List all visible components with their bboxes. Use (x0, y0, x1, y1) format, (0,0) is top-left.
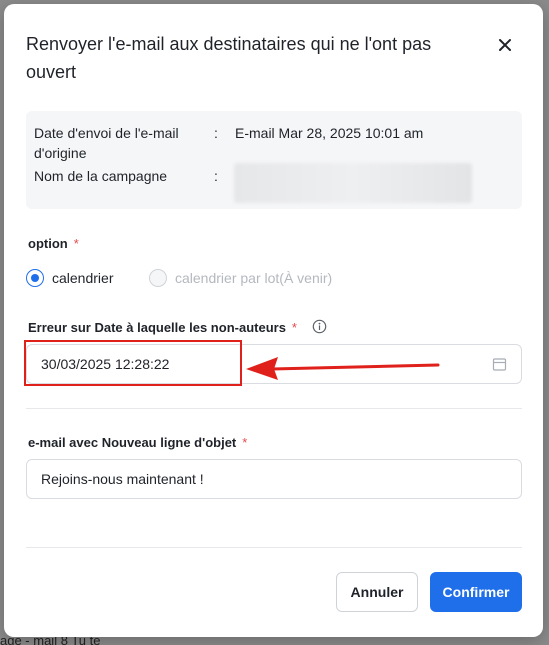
info-colon: : (214, 168, 218, 184)
footer-divider (26, 547, 522, 548)
option-label-text: option (28, 236, 68, 251)
info-colon: : (214, 125, 218, 141)
required-mark: * (73, 236, 79, 251)
close-icon (499, 39, 511, 51)
close-button[interactable] (494, 34, 516, 56)
annotation-highlight-box (24, 340, 242, 386)
section-divider (26, 408, 522, 409)
original-send-date-value: E-mail Mar 28, 2025 10:01 am (235, 125, 424, 141)
subject-input-value: Rejoins-nous maintenant ! (41, 471, 204, 487)
date-field-label: Erreur sur Date à laquelle les non-auteu… (28, 320, 297, 335)
required-mark: * (291, 320, 297, 335)
option-label: option * (28, 236, 79, 251)
date-field-label-text: Erreur sur Date à laquelle les non-auteu… (28, 320, 286, 335)
dialog-title: Renvoyer l'e-mail aux destinataires qui … (26, 34, 432, 82)
confirm-button[interactable]: Confirmer (430, 572, 522, 612)
campaign-name-value-redacted (234, 163, 472, 203)
subject-input[interactable]: Rejoins-nous maintenant ! (26, 459, 522, 499)
calendar-icon (492, 358, 507, 371)
info-icon[interactable] (312, 319, 327, 334)
annotation-arrow-icon (246, 357, 440, 380)
radio-calendrier-label[interactable]: calendrier (52, 270, 113, 286)
original-send-date-label: Date d'envoi de l'e-mail d'origine (34, 125, 179, 161)
resend-dialog: Renvoyer l'e-mail aux destinataires qui … (4, 4, 543, 637)
radio-calendrier[interactable] (26, 269, 44, 287)
email-info-panel: Date d'envoi de l'e-mail d'origine : E-m… (26, 111, 522, 209)
cancel-button[interactable]: Annuler (336, 572, 418, 612)
radio-batch-calendar[interactable] (149, 269, 167, 287)
subject-field-label: e-mail avec Nouveau ligne d'objet * (28, 435, 247, 450)
campaign-name-label: Nom de la campagne (34, 168, 168, 184)
radio-batch-calendar-label[interactable]: calendrier par lot(À venir) (175, 270, 332, 286)
subject-field-label-text: e-mail avec Nouveau ligne d'objet (28, 435, 237, 450)
required-mark: * (242, 435, 248, 450)
